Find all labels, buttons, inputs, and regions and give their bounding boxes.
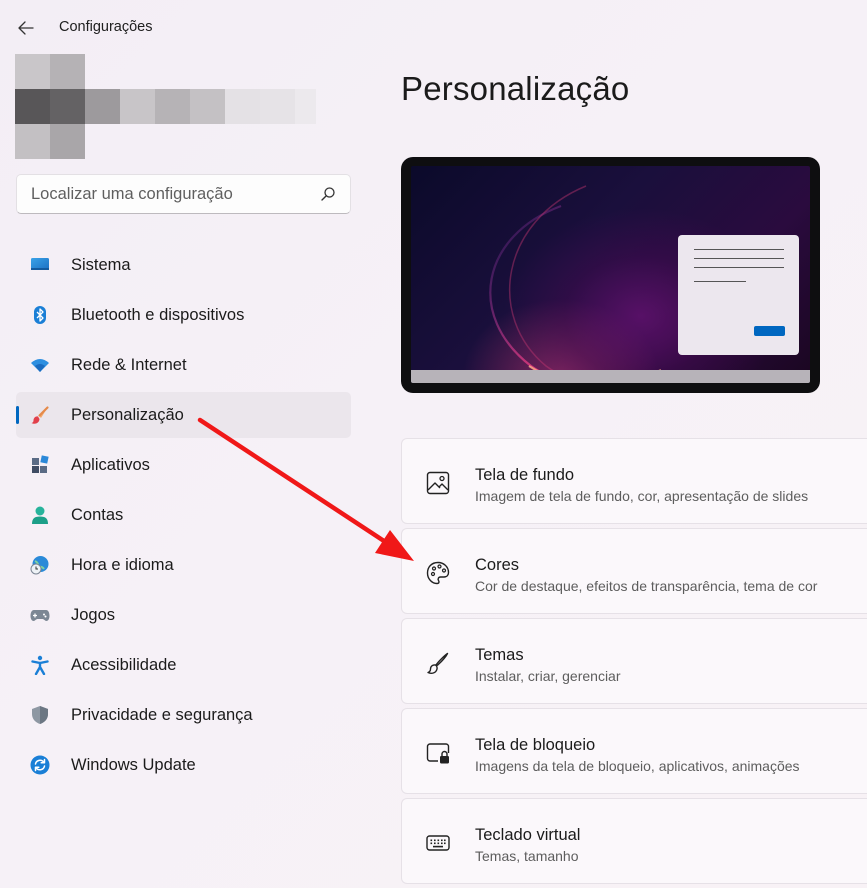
shield-icon [32,706,48,724]
sidebar-item-contas[interactable]: Contas [16,492,351,538]
monitor-icon [31,258,49,270]
gamepad-icon [30,610,50,621]
avatar[interactable] [15,54,85,159]
search-input[interactable] [31,175,311,213]
sidebar-item-label: Privacidade e segurança [71,706,253,724]
sidebar-nav: Sistema Bluetooth e dispositivos Rede & … [16,242,351,792]
sidebar-item-label: Personalização [71,406,184,424]
card-title: Teclado virtual [475,826,581,844]
theme-preview [401,157,820,393]
globe-clock-icon [30,556,49,575]
card-subtitle: Temas, tamanho [475,848,579,864]
bluetooth-icon [34,306,46,324]
sidebar-item-label: Contas [71,506,124,524]
card-title: Tela de bloqueio [475,736,596,754]
sidebar-item-jogos[interactable]: Jogos [16,592,351,638]
card-subtitle: Imagens da tela de bloqueio, aplicativos… [475,758,800,774]
image-icon [426,471,450,495]
sidebar-item-rede[interactable]: Rede & Internet [16,342,351,388]
sidebar-item-sistema[interactable]: Sistema [16,242,351,288]
wallpaper-preview [411,166,810,383]
paintbrush-icon [31,406,49,424]
sidebar-item-label: Windows Update [71,756,196,774]
card-subtitle: Cor de destaque, efeitos de transparênci… [475,578,818,594]
sidebar-item-privacidade[interactable]: Privacidade e segurança [16,692,351,738]
card-title: Cores [475,556,520,574]
preview-dialog [678,235,799,355]
active-indicator [16,406,19,424]
sidebar-item-label: Acessibilidade [71,656,177,674]
card-subtitle: Imagem de tela de fundo, cor, apresentaç… [475,488,809,504]
card-teclado-virtual[interactable]: Teclado virtual Temas, tamanho [401,798,867,884]
page-title: Personalização [401,70,630,107]
lock-screen-icon [426,743,450,764]
search-icon[interactable] [320,186,336,202]
preview-taskbar [411,370,810,383]
back-button[interactable] [14,16,38,40]
search-box[interactable] [16,174,351,214]
sidebar-item-label: Rede & Internet [71,356,187,374]
sidebar-item-acessibilidade[interactable]: Acessibilidade [16,642,351,688]
card-title: Tela de fundo [475,466,575,484]
app-title: Configurações [59,19,153,35]
account-name-blurred [85,89,316,124]
sidebar-item-label: Hora e idioma [71,556,174,574]
arrow-left-icon [18,21,34,35]
keyboard-icon [426,835,450,851]
card-cores[interactable]: Cores Cor de destaque, efeitos de transp… [401,528,867,614]
sync-icon [30,755,50,775]
sidebar-item-bluetooth[interactable]: Bluetooth e dispositivos [16,292,351,338]
sidebar-item-hora-idioma[interactable]: Hora e idioma [16,542,351,588]
card-title: Temas [475,646,524,664]
card-tela-de-bloqueio[interactable]: Tela de bloqueio Imagens da tela de bloq… [401,708,867,794]
sidebar-item-windows-update[interactable]: Windows Update [16,742,351,788]
sidebar-item-aplicativos[interactable]: Aplicativos [16,442,351,488]
settings-cards: Tela de fundo Imagem de tela de fundo, c… [401,438,867,888]
sidebar-item-personalizacao[interactable]: Personalização [16,392,351,438]
wifi-icon [31,359,49,372]
palette-icon [426,561,450,585]
apps-icon [32,455,49,473]
brush-icon [427,652,449,674]
title-bar: Configurações [0,0,867,54]
sidebar-item-label: Sistema [71,256,131,274]
preview-accent-button [754,326,785,336]
sidebar-item-label: Jogos [71,606,116,624]
accessibility-icon [31,655,49,675]
card-temas[interactable]: Temas Instalar, criar, gerenciar [401,618,867,704]
sidebar-item-label: Bluetooth e dispositivos [71,306,245,324]
person-icon [32,506,48,524]
card-subtitle: Instalar, criar, gerenciar [475,668,621,684]
card-tela-de-fundo[interactable]: Tela de fundo Imagem de tela de fundo, c… [401,438,867,524]
sidebar-item-label: Aplicativos [71,456,150,474]
